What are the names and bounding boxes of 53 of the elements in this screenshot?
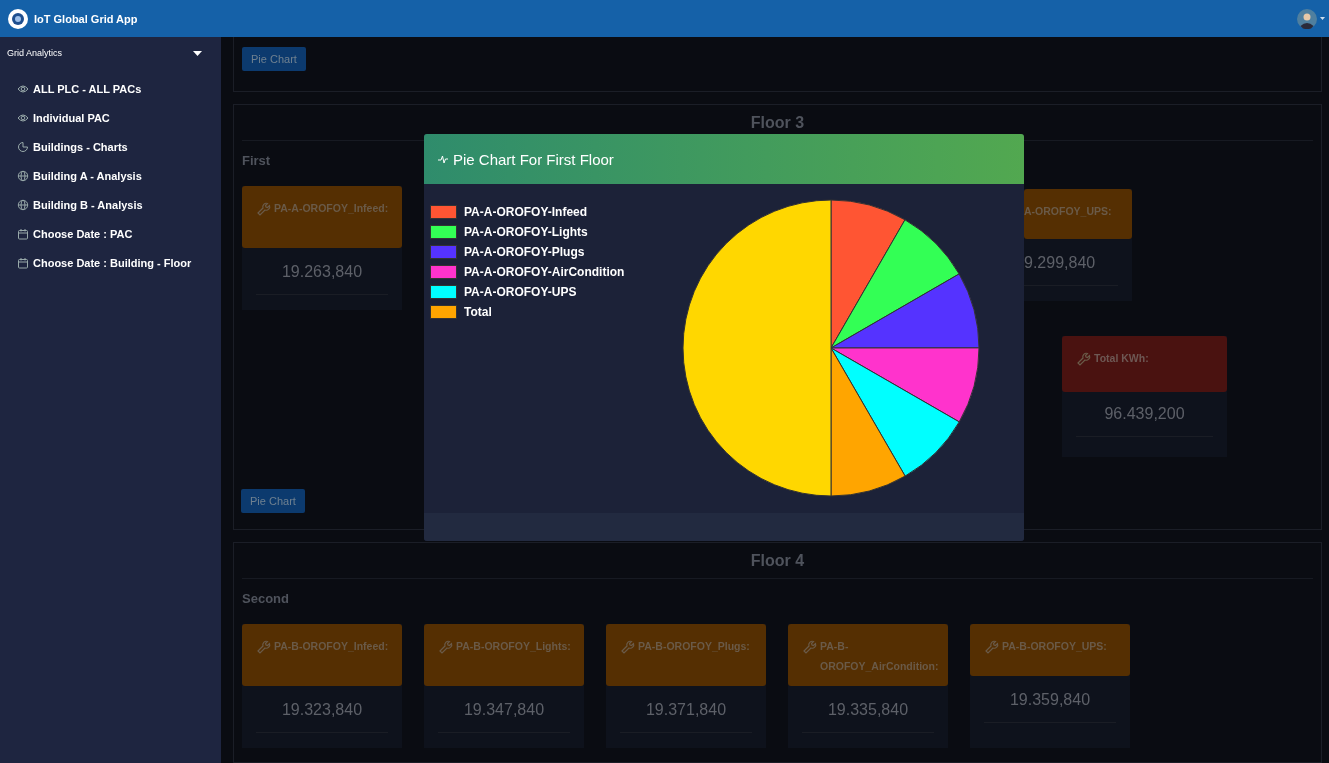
avatar-icon <box>1297 8 1317 29</box>
sidebar-item[interactable]: Individual PAC <box>0 103 221 132</box>
logo-icon <box>8 8 28 29</box>
pie-chart-icon <box>17 140 29 153</box>
sidebar-item[interactable]: Building A - Analysis <box>0 161 221 190</box>
wrench-icon <box>801 638 817 654</box>
wrench-icon <box>619 638 635 654</box>
legend-label: PA-A-OROFOY-Lights <box>464 225 588 239</box>
wrench-icon <box>255 200 271 216</box>
legend-label: PA-A-OROFOY-Plugs <box>464 245 585 259</box>
globe-icon <box>17 169 29 182</box>
app-title: IoT Global Grid App <box>34 12 138 25</box>
card-value: 19.347,840 <box>438 701 570 733</box>
wrench-icon <box>983 638 999 654</box>
legend-label: Total <box>464 305 492 319</box>
sidebar-item[interactable]: Choose Date : PAC <box>0 219 221 248</box>
section-header[interactable]: Grid Analytics <box>0 37 221 59</box>
card-label: PA-B-OROFOY_Infeed: <box>274 639 390 654</box>
caret-icon <box>1320 17 1325 20</box>
card-label: A-OROFOY_UPS: <box>1024 204 1113 219</box>
calendar-icon <box>17 227 29 240</box>
sidebar-item[interactable]: Buildings - Charts <box>0 132 221 161</box>
wrench-icon <box>255 638 271 654</box>
group-label: First <box>242 152 271 170</box>
card-value: 19.359,840 <box>984 691 1116 723</box>
card-value: 96.439,200 <box>1076 405 1213 437</box>
card-label: PA-B-OROFOY_Plugs: <box>638 639 751 654</box>
legend-label: PA-A-OROFOY-UPS <box>464 285 577 299</box>
sidebar-item[interactable]: Choose Date : Building - Floor <box>0 248 221 277</box>
wrench-icon <box>437 638 453 654</box>
eye-icon <box>17 82 29 95</box>
caret-down-icon <box>193 50 202 56</box>
legend-label: PA-A-OROFOY-Infeed <box>464 205 588 219</box>
card-label: Total KWh: <box>1094 351 1150 366</box>
floor-title: Floor 4 <box>242 543 1313 579</box>
sidebar-item[interactable]: ALL PLC - ALL PACs <box>0 74 221 103</box>
card-label: PA-B-OROFOY_UPS: <box>1002 639 1108 654</box>
card-value: 19.335,840 <box>802 701 934 733</box>
pulse-icon <box>438 154 448 164</box>
legend-label: PA-A-OROFOY-AirCondition <box>464 265 625 279</box>
card-label: PA-B-OROFOY_Lights: <box>456 639 572 654</box>
card-value: 19.323,840 <box>256 701 388 733</box>
calendar-icon <box>17 256 29 269</box>
globe-icon <box>17 198 29 211</box>
card-label: PA-A-OROFOY_Infeed: <box>274 201 390 216</box>
sidebar-item[interactable]: Building B - Analysis <box>0 190 221 219</box>
card-value: 19.263,840 <box>256 263 388 295</box>
group-label: Second <box>242 590 289 608</box>
eye-icon <box>17 111 29 124</box>
wrench-icon <box>1075 350 1091 366</box>
card-value: 19.371,840 <box>620 701 752 733</box>
modal-title: Pie Chart For First Floor <box>453 150 614 168</box>
card-label: PA-B-OROFOY_AirCondition: <box>820 639 940 674</box>
